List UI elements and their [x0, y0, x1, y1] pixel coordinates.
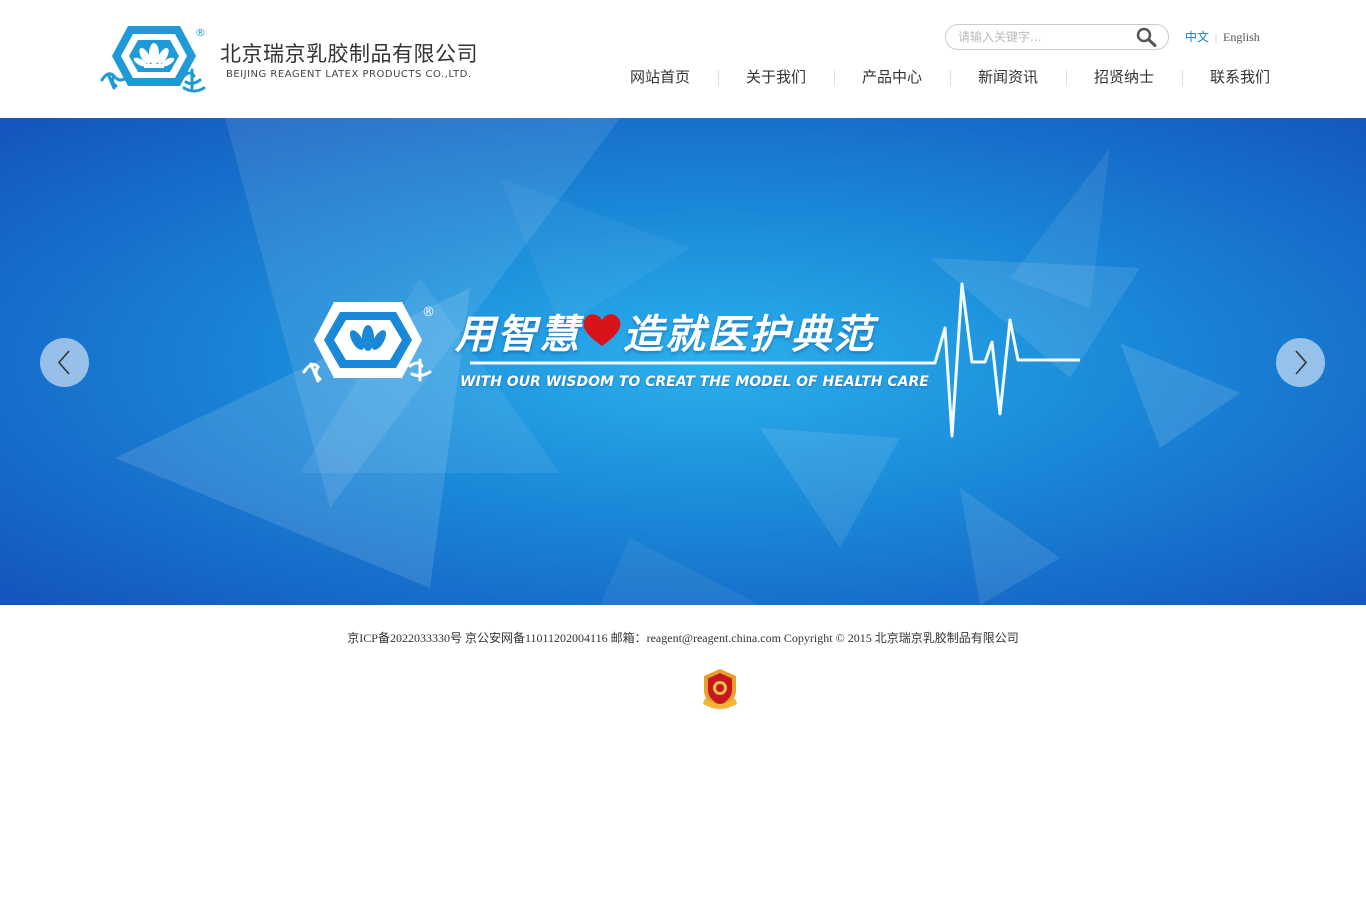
banner-slogan-en: WITH OUR WISDOM TO CREAT THE MODEL OF HE… [460, 374, 929, 390]
chevron-right-icon [1295, 350, 1308, 375]
police-security-badge-icon[interactable] [699, 668, 741, 710]
main-nav: 网站首页 关于我们 产品中心 新闻资讯 招贤纳士 联系我们 [602, 66, 1298, 90]
nav-item-careers[interactable]: 招贤纳士 [1066, 66, 1182, 90]
nav-item-home[interactable]: 网站首页 [602, 66, 718, 90]
lang-english-link[interactable]: English [1223, 30, 1260, 44]
heart-icon [581, 312, 623, 358]
search-icon[interactable] [1136, 27, 1158, 47]
search-input[interactable] [958, 28, 1128, 46]
nav-item-contact[interactable]: 联系我们 [1182, 66, 1298, 90]
company-name-en: BEIJING REAGENT LATEX PRODUCTS CO.,LTD. [226, 69, 472, 80]
svg-text:®: ® [422, 305, 435, 320]
search-box [945, 24, 1169, 50]
chevron-left-icon [57, 350, 70, 375]
lang-separator: | [1215, 33, 1218, 44]
language-switcher: 中文 | English [1185, 28, 1260, 45]
footer-copyright: 京ICP备2022033330号 京公安网备11011202004116 邮箱：… [347, 631, 1019, 645]
hero-banner: ® 用智慧 造就医护典范 WITH OUR WISDOM TO CREAT THE… [0, 118, 1366, 605]
snow-lotus-hexagon-logo-icon: ® [100, 26, 206, 93]
lang-chinese-link[interactable]: 中文 [1185, 30, 1209, 44]
nav-item-news[interactable]: 新闻资讯 [950, 66, 1066, 90]
banner-prev-button[interactable] [40, 338, 89, 387]
banner-slogan-cn-part1: 用智慧 [455, 312, 581, 358]
nav-item-products[interactable]: 产品中心 [834, 66, 950, 90]
svg-text:®: ® [195, 26, 206, 39]
banner-slogan-cn: 用智慧 造就医护典范 [455, 302, 875, 360]
nav-item-about[interactable]: 关于我们 [718, 66, 834, 90]
company-logo[interactable]: ® 北京瑞京乳胶制品有限公司 BEIJING REAGENT LATEX PRO… [100, 24, 480, 94]
site-header: ® 北京瑞京乳胶制品有限公司 BEIJING REAGENT LATEX PRO… [0, 0, 1366, 118]
banner-slogan-cn-part2: 造就医护典范 [623, 312, 875, 358]
banner-background: ® [0, 118, 1366, 605]
company-name-cn: 北京瑞京乳胶制品有限公司 [220, 42, 478, 66]
banner-next-button[interactable] [1276, 338, 1325, 387]
